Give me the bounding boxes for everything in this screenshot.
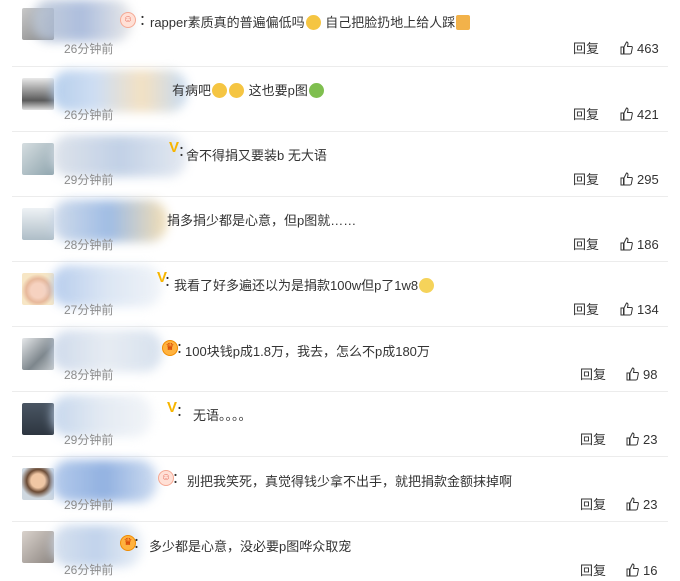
avatar[interactable] bbox=[22, 468, 54, 500]
comment-time: 29分钟前 bbox=[64, 173, 114, 187]
like-button[interactable]: 16 bbox=[626, 562, 657, 578]
comment-text: 多少都是心意，没必要p图哗众取宠 bbox=[149, 539, 352, 554]
avatar[interactable] bbox=[22, 208, 54, 240]
comment-item: V ： 舍不得捐又要装b 无大语 29分钟前 回复 295 bbox=[12, 131, 668, 197]
thumbs-up-icon bbox=[620, 237, 633, 251]
comment-text: rapper素质真的普遍偏低吗 自己把脸扔地上给人踩 bbox=[150, 12, 471, 31]
comment-item: 有病吧 这也要p图 26分钟前 回复 421 bbox=[12, 66, 668, 132]
comment-text: 舍不得捐又要装b 无大语 bbox=[186, 148, 327, 163]
sick-emoji-icon bbox=[308, 83, 324, 98]
comment-item: V ： 无语。。。。 29分钟前 回复 23 bbox=[12, 391, 668, 457]
like-count: 463 bbox=[637, 40, 659, 56]
reply-button[interactable]: 回复 bbox=[580, 560, 606, 579]
like-button[interactable]: 295 bbox=[620, 171, 659, 187]
like-button[interactable]: 98 bbox=[626, 366, 657, 382]
avatar[interactable] bbox=[22, 531, 54, 563]
separator: ： bbox=[172, 470, 186, 486]
comment-text: 捐多捐少都是心意，但p图就…… bbox=[167, 213, 357, 228]
comment-item: ☺ ： 别把我笑死，真觉得钱少拿不出手，就把捐款金额抹掉啊 29分钟前 回复 2… bbox=[12, 456, 668, 522]
thumbs-up-icon bbox=[620, 302, 633, 316]
thinking-emoji-icon bbox=[305, 15, 321, 30]
separator: ： bbox=[176, 403, 190, 419]
comment-list: ☺ ： rapper素质真的普遍偏低吗 自己把脸扔地上给人踩 26分钟前 回复 … bbox=[0, 0, 680, 581]
comment-time: 29分钟前 bbox=[64, 433, 114, 447]
like-count: 295 bbox=[637, 171, 659, 187]
comment-text: 别把我笑死，真觉得钱少拿不出手，就把捐款金额抹掉啊 bbox=[187, 474, 513, 489]
laughing-emoji-icon bbox=[212, 83, 228, 98]
thumbs-up-icon bbox=[620, 172, 633, 186]
avatar[interactable] bbox=[22, 403, 54, 435]
avatar[interactable] bbox=[22, 338, 54, 370]
comment-text: 有病吧 这也要p图 bbox=[172, 80, 325, 99]
thumbs-up-icon bbox=[626, 497, 639, 511]
like-button[interactable]: 23 bbox=[626, 496, 657, 512]
like-count: 23 bbox=[643, 431, 658, 447]
like-button[interactable]: 421 bbox=[620, 106, 659, 122]
thumbs-up-icon bbox=[626, 563, 639, 577]
avatar[interactable] bbox=[22, 143, 54, 175]
thumbs-up-icon bbox=[620, 107, 633, 121]
comment-item: V ： 我看了好多遍还以为是捐款100w但p了1w8 27分钟前 回复 134 bbox=[12, 261, 668, 327]
comment-time: 27分钟前 bbox=[64, 303, 114, 317]
reply-button[interactable]: 回复 bbox=[580, 429, 606, 448]
comment-item: ♛ ： 100块钱p成1.8万，我去，怎么不p成180万 28分钟前 回复 98 bbox=[12, 326, 668, 392]
comment-item: 捐多捐少都是心意，但p图就…… 28分钟前 回复 186 bbox=[12, 196, 668, 262]
reply-button[interactable]: 回复 bbox=[580, 494, 606, 513]
like-count: 421 bbox=[637, 106, 659, 122]
thumbs-up-icon bbox=[626, 432, 639, 446]
reply-button[interactable]: 回复 bbox=[573, 169, 599, 188]
reply-button[interactable]: 回复 bbox=[573, 234, 599, 253]
like-button[interactable]: 463 bbox=[620, 40, 659, 56]
comment-time: 28分钟前 bbox=[64, 238, 114, 252]
avatar[interactable] bbox=[22, 273, 54, 305]
comment-item: ♛ ： 多少都是心意，没必要p图哗众取宠 26分钟前 回复 16 bbox=[12, 521, 668, 581]
comment-text: 我看了好多遍还以为是捐款100w但p了1w8 bbox=[174, 275, 435, 294]
like-count: 134 bbox=[637, 301, 659, 317]
avatar[interactable] bbox=[22, 78, 54, 110]
baby-badge-icon: ☺ bbox=[120, 12, 136, 28]
like-count: 23 bbox=[643, 496, 658, 512]
reply-button[interactable]: 回复 bbox=[580, 364, 606, 383]
like-button[interactable]: 23 bbox=[626, 431, 657, 447]
like-button[interactable]: 134 bbox=[620, 301, 659, 317]
thumbs-up-icon bbox=[620, 41, 633, 55]
like-count: 186 bbox=[637, 236, 659, 252]
comment-item: ☺ ： rapper素质真的普遍偏低吗 自己把脸扔地上给人踩 26分钟前 回复 … bbox=[12, 0, 668, 67]
thumbs-down-emoji-icon bbox=[456, 15, 471, 30]
comment-time: 28分钟前 bbox=[64, 368, 114, 382]
comment-text: 无语。。。。 bbox=[193, 408, 252, 423]
thumbs-up-icon bbox=[626, 367, 639, 381]
comment-time: 26分钟前 bbox=[64, 108, 114, 122]
like-button[interactable]: 186 bbox=[620, 236, 659, 252]
like-count: 98 bbox=[643, 366, 658, 382]
comment-time: 26分钟前 bbox=[64, 42, 114, 56]
laughing-emoji-icon bbox=[229, 83, 245, 98]
comment-time: 29分钟前 bbox=[64, 498, 114, 512]
comment-text: 100块钱p成1.8万，我去，怎么不p成180万 bbox=[185, 344, 430, 359]
reply-button[interactable]: 回复 bbox=[573, 104, 599, 123]
like-count: 16 bbox=[643, 562, 658, 578]
separator: ： bbox=[133, 535, 147, 551]
comment-time: 26分钟前 bbox=[64, 563, 114, 577]
smile-emoji-icon bbox=[419, 278, 435, 293]
redacted-username bbox=[32, 0, 132, 42]
reply-button[interactable]: 回复 bbox=[573, 299, 599, 318]
reply-button[interactable]: 回复 bbox=[573, 38, 599, 57]
